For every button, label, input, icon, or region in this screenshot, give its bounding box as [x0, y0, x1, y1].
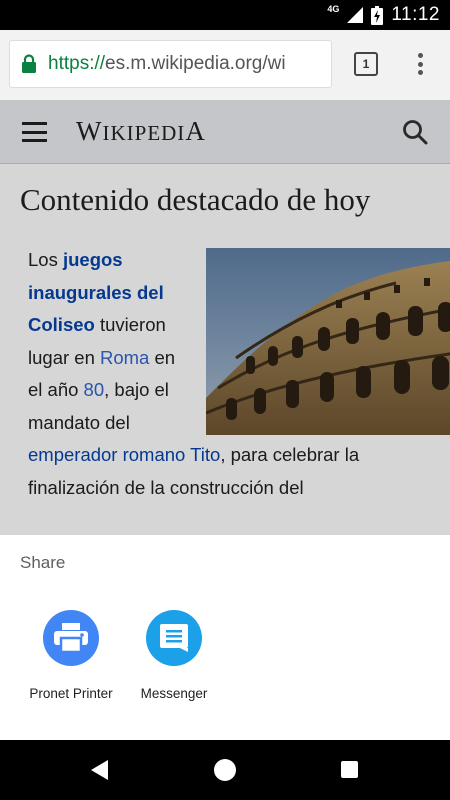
- printer-icon: [43, 610, 99, 666]
- message-icon: [146, 610, 202, 666]
- url-bar[interactable]: https://es.m.wikipedia.org/wi: [9, 40, 332, 88]
- home-icon[interactable]: [214, 759, 236, 781]
- url-scheme: https://: [48, 53, 106, 74]
- more-vert-icon[interactable]: [410, 50, 430, 78]
- system-nav-bar: [0, 740, 450, 800]
- tab-count: 1: [362, 57, 370, 71]
- clock: 11:12: [391, 4, 440, 25]
- share-target-messenger[interactable]: Messenger: [119, 610, 229, 701]
- share-title: Share: [20, 553, 66, 572]
- tab-switcher-button[interactable]: 1: [354, 52, 378, 76]
- back-icon[interactable]: [90, 759, 110, 781]
- status-bar: 4G 11:12: [0, 0, 450, 30]
- signal-icon: [347, 7, 364, 23]
- battery-charging-icon: [371, 5, 384, 25]
- network-type: 4G: [327, 4, 340, 14]
- share-target-pronet-printer[interactable]: Pronet Printer: [16, 610, 126, 701]
- share-sheet: Share Pronet Printer Messenger: [0, 535, 450, 740]
- scrim-overlay[interactable]: [0, 100, 450, 535]
- app-label: Messenger: [140, 686, 208, 701]
- url-domain: es.m.wikipedia.org/wi: [105, 53, 286, 74]
- app-label: Pronet Printer: [29, 686, 113, 701]
- recents-icon[interactable]: [341, 761, 358, 778]
- url-text[interactable]: https://es.m.wikipedia.org/wi: [48, 53, 286, 75]
- browser-toolbar: https://es.m.wikipedia.org/wi 1: [0, 30, 450, 100]
- lock-icon: [10, 54, 48, 74]
